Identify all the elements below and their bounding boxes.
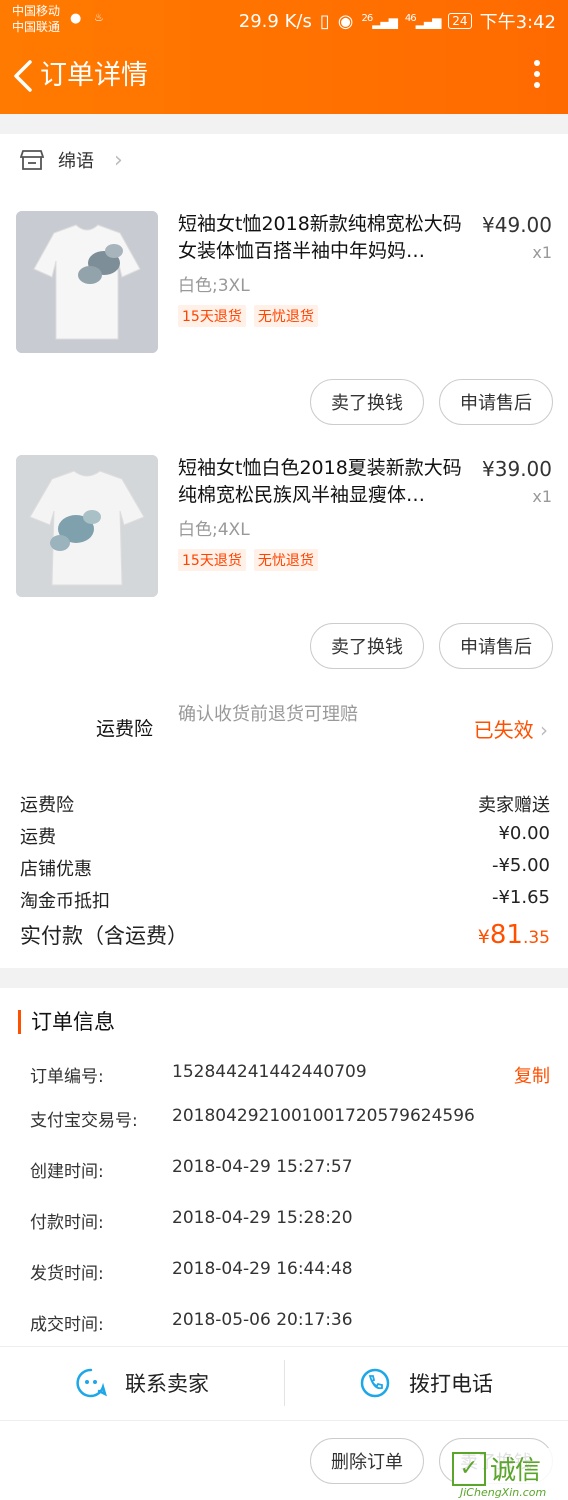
signal-icon-2: 46▂▄▆ xyxy=(404,13,441,29)
total-paid-label: 实付款（含运费） xyxy=(20,924,188,948)
created-time: 2018-04-29 15:27:57 xyxy=(172,1157,353,1177)
info-label: 创建时间: xyxy=(30,1162,104,1182)
completed-time: 2018-05-06 20:17:36 xyxy=(172,1310,353,1330)
insurance-description: 确认收货前退货可理赔 xyxy=(178,704,358,725)
insurance-label: 运费险 xyxy=(96,718,154,740)
sell-button[interactable]: 卖了换钱 xyxy=(310,623,424,669)
worry-free-return-tag: 无忧退货 xyxy=(253,305,318,327)
product-price: ¥39.00 xyxy=(482,457,552,481)
fee-row: 店铺优惠 -¥5.00 xyxy=(20,855,550,881)
store-icon xyxy=(20,150,44,170)
paid-time: 2018-04-29 15:28:20 xyxy=(172,1208,353,1228)
insurance-status[interactable]: 已失效 › xyxy=(474,714,548,743)
chevron-right-icon: › xyxy=(540,718,548,742)
carrier-2: 中国联通 xyxy=(12,20,61,34)
shop-name[interactable]: 绵语 xyxy=(58,147,94,173)
tshirt-image-1 xyxy=(16,211,158,353)
fee-value: -¥5.00 xyxy=(491,855,550,876)
watermark-icon: ✓ xyxy=(452,1452,486,1486)
call-phone-button[interactable]: 拨打电话 xyxy=(284,1346,568,1420)
tshirt-image-2 xyxy=(16,455,158,597)
fee-value: 卖家赠送 xyxy=(478,795,550,816)
fee-value: ¥0.00 xyxy=(498,823,550,844)
shop-row[interactable]: 绵语 › xyxy=(20,147,123,173)
app-header: 订单详情 xyxy=(0,40,568,114)
product-image[interactable] xyxy=(16,455,158,597)
clock: 下午3:42 xyxy=(479,12,556,33)
delete-order-button[interactable]: 删除订单 xyxy=(310,1438,424,1484)
insurance-status-text: 已失效 xyxy=(473,718,534,742)
info-label: 付款时间: xyxy=(30,1213,104,1233)
fee-label: 运费 xyxy=(20,827,56,848)
watermark-text: 诚信 xyxy=(490,1456,541,1486)
product-spec: 白色;3XL xyxy=(178,276,250,296)
contact-seller-label: 联系卖家 xyxy=(125,1372,209,1396)
info-label: 订单编号: xyxy=(30,1067,104,1087)
chat-icon xyxy=(76,1368,107,1398)
phone-icon xyxy=(360,1368,390,1398)
fee-label: 运费险 xyxy=(20,795,74,816)
after-sale-button[interactable]: 申请售后 xyxy=(439,623,553,669)
eye-icon: ◉ xyxy=(337,10,354,32)
info-label: 支付宝交易号: xyxy=(30,1111,138,1131)
contact-seller-button[interactable]: 联系卖家 xyxy=(0,1346,284,1420)
vibrate-icon: ▯ xyxy=(319,10,330,32)
alipay-trade-number: 2018042921001001720579624596 xyxy=(172,1106,475,1126)
order-item[interactable]: 短袖女t恤白色2018夏装新款大码纯棉宽松民族风半袖显瘦体… ¥39.00 x1… xyxy=(16,455,552,597)
order-number: 152844241442440709 xyxy=(172,1062,367,1082)
page-title: 订单详情 xyxy=(40,60,148,91)
fee-row: 运费险 卖家赠送 xyxy=(20,791,550,817)
copy-button[interactable]: 复制 xyxy=(514,1062,550,1088)
fee-label: 淘金币抵扣 xyxy=(20,891,110,912)
status-right: 29.9 K/s ▯ ◉ 26▂▄▆ 46▂▄▆ 24 下午3:42 xyxy=(239,8,556,34)
notification-icon: ● xyxy=(70,11,82,26)
product-quantity: x1 xyxy=(532,487,552,506)
after-sale-button[interactable]: 申请售后 xyxy=(439,379,553,425)
sell-button[interactable]: 卖了换钱 xyxy=(310,379,424,425)
app-notification-icon: ♨ xyxy=(94,11,104,24)
battery-icon: 24 xyxy=(448,13,472,29)
return-tag: 15天退货 xyxy=(178,305,246,327)
product-quantity: x1 xyxy=(532,243,552,262)
carrier-info: 中国移动 中国联通 xyxy=(12,3,60,35)
more-menu-icon[interactable] xyxy=(532,60,542,94)
return-tag: 15天退货 xyxy=(178,549,246,571)
status-bar: 中国移动 中国联通 ● ♨ 29.9 K/s ▯ ◉ 26▂▄▆ 46▂▄▆ 2… xyxy=(0,0,568,40)
network-speed: 29.9 K/s xyxy=(238,10,312,32)
product-image[interactable] xyxy=(16,211,158,353)
fee-label: 店铺优惠 xyxy=(20,859,92,880)
back-arrow-icon[interactable] xyxy=(10,56,40,96)
signal-icon-1: 26▂▄▆ xyxy=(361,13,397,29)
carrier-1: 中国移动 xyxy=(12,4,61,18)
call-phone-label: 拨打电话 xyxy=(409,1372,493,1396)
product-spec: 白色;4XL xyxy=(178,520,250,540)
shipped-time: 2018-04-29 16:44:48 xyxy=(172,1259,353,1279)
fee-row: 运费 ¥0.00 xyxy=(20,823,550,849)
watermark-url: JiChengXin.com xyxy=(460,1486,547,1499)
total-paid-row: 实付款（含运费） ¥81.35 xyxy=(20,920,550,950)
product-title[interactable]: 短袖女t恤白色2018夏装新款大码纯棉宽松民族风半袖显瘦体… xyxy=(178,455,468,509)
product-price: ¥49.00 xyxy=(482,213,552,237)
info-label: 成交时间: xyxy=(30,1315,104,1335)
total-paid-amount: ¥81.35 xyxy=(477,920,550,950)
fee-value: -¥1.65 xyxy=(491,887,550,908)
order-item[interactable]: 短袖女t恤2018新款纯棉宽松大码女装体恤百搭半袖中年妈妈… ¥49.00 x1… xyxy=(16,211,552,353)
watermark-logo: ✓ 诚信 JiChengXin.com xyxy=(452,1448,568,1500)
product-title[interactable]: 短袖女t恤2018新款纯棉宽松大码女装体恤百搭半袖中年妈妈… xyxy=(178,211,468,265)
order-info-title: 订单信息 xyxy=(18,1010,115,1034)
fee-row: 淘金币抵扣 -¥1.65 xyxy=(20,887,550,913)
chevron-right-icon: › xyxy=(114,147,123,173)
worry-free-return-tag: 无忧退货 xyxy=(253,549,318,571)
info-label: 发货时间: xyxy=(30,1264,104,1284)
